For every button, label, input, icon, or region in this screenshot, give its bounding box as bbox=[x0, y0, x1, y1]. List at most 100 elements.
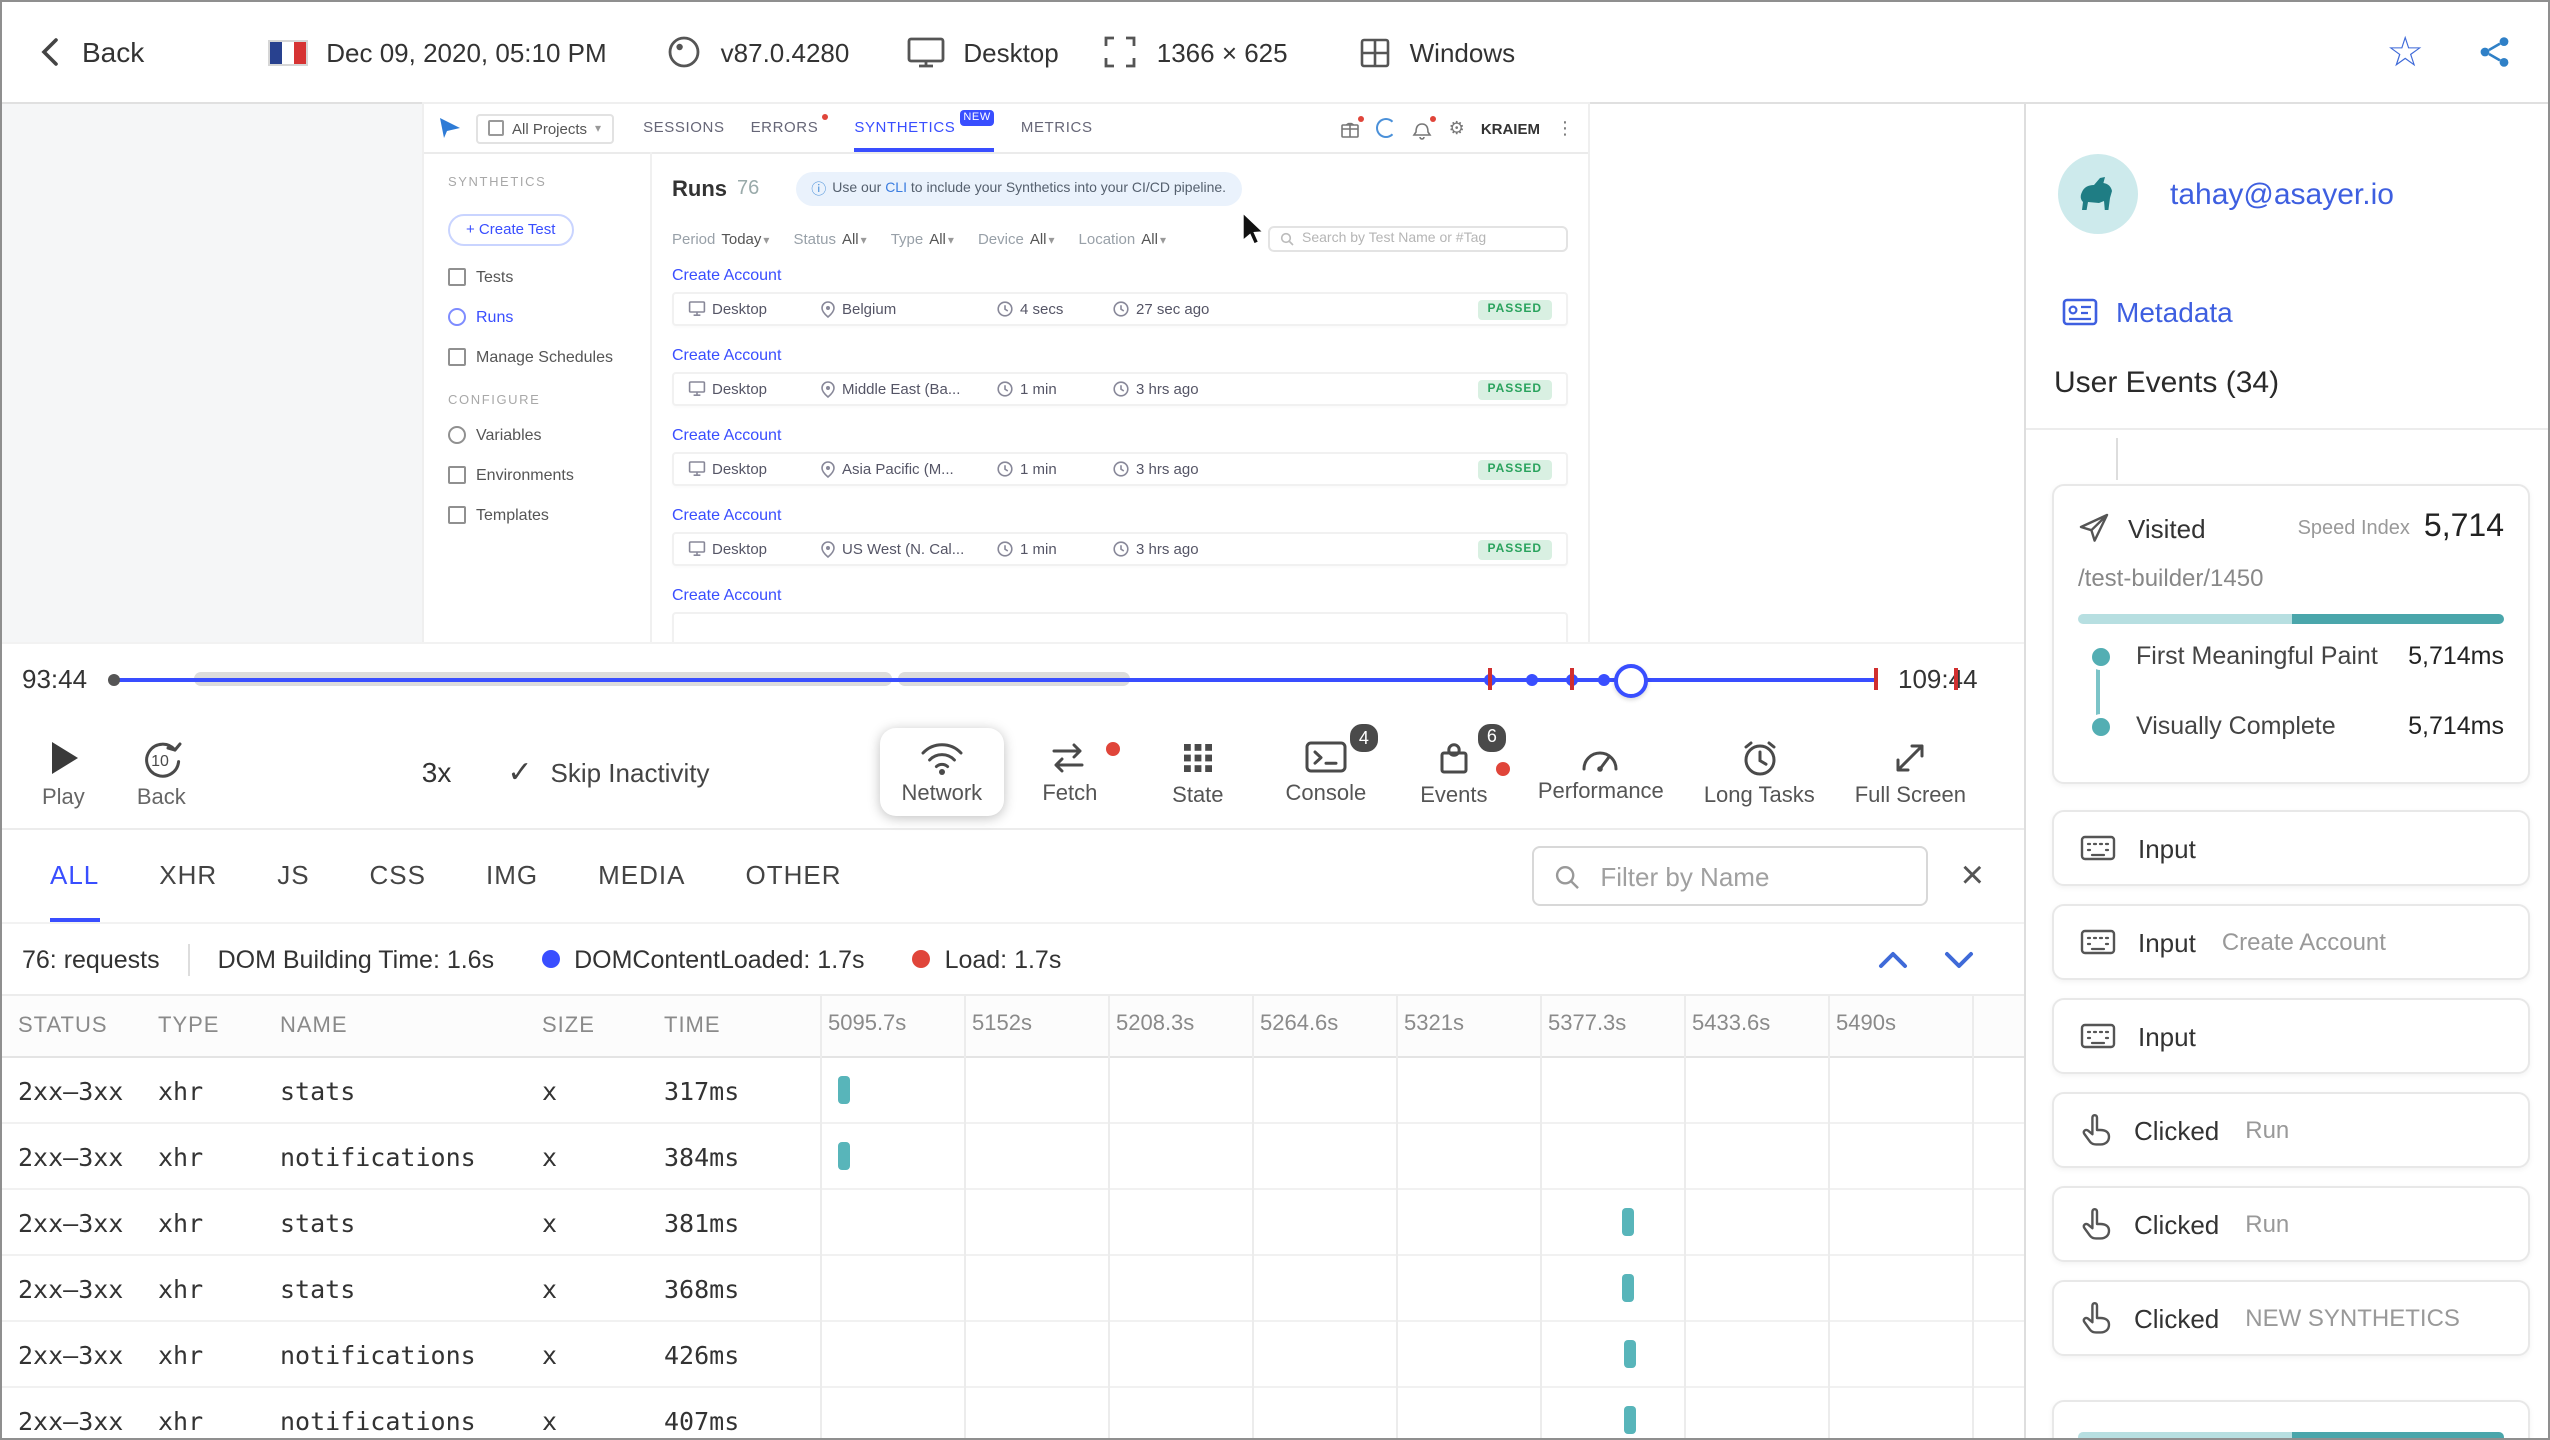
info-icon: ⓘ bbox=[811, 180, 827, 198]
kebab-menu-icon: ⋮ bbox=[1556, 117, 1574, 137]
favorite-star-icon[interactable]: ☆ bbox=[2386, 31, 2424, 73]
replayed-app-screenshot: All Projects ▾ SESSIONS ERRORS SYNTHETIC… bbox=[424, 104, 1588, 642]
network-tab-other[interactable]: OTHER bbox=[745, 830, 841, 922]
clicked-event-card[interactable]: Clicked Run bbox=[2052, 1186, 2530, 1262]
avatar bbox=[2058, 154, 2138, 234]
col-status[interactable]: STATUS bbox=[18, 1014, 158, 1038]
input-event-card[interactable]: Input bbox=[2052, 998, 2530, 1074]
check-icon: ✓ bbox=[507, 756, 533, 790]
network-tab-css[interactable]: CSS bbox=[370, 830, 426, 922]
share-icon[interactable] bbox=[2476, 34, 2512, 70]
gear-icon: ⚙ bbox=[1448, 117, 1465, 137]
sidebar-item-manage-schedules: Manage Schedules bbox=[448, 347, 626, 365]
replayed-tab-errors: ERRORS bbox=[751, 104, 829, 152]
panel-button-console[interactable]: 4 Console bbox=[1264, 720, 1388, 816]
environments-icon bbox=[448, 465, 466, 483]
speed-index-label: Speed Index bbox=[2297, 517, 2410, 539]
network-request-row[interactable]: 2xx–3xx xhr stats x 317ms bbox=[2, 1058, 2024, 1124]
state-icon bbox=[1183, 743, 1212, 771]
fetch-error-dot bbox=[1103, 739, 1122, 757]
network-tab-js[interactable]: JS bbox=[277, 830, 309, 922]
panel-button-performance[interactable]: Performance bbox=[1520, 730, 1682, 814]
visited-event-card[interactable]: Visited Speed Index 5,714 /test-builder/… bbox=[2052, 484, 2530, 784]
network-request-row[interactable]: 2xx–3xx xhr notifications x 426ms bbox=[2, 1322, 2024, 1388]
playback-speed-button[interactable]: 3x bbox=[422, 756, 452, 788]
time-tick: 5490s bbox=[1836, 1012, 1896, 1036]
timeline-start-dot bbox=[108, 673, 120, 685]
network-tab-xhr[interactable]: XHR bbox=[159, 830, 217, 922]
timeline-track[interactable] bbox=[114, 677, 1876, 681]
time-tick: 5152s bbox=[972, 1012, 1032, 1036]
network-tab-all[interactable]: ALL bbox=[50, 830, 100, 922]
panel-button-fetch[interactable]: Fetch bbox=[1008, 729, 1132, 815]
network-request-row[interactable]: 2xx–3xx xhr stats x 381ms bbox=[2, 1190, 2024, 1256]
panel-button-long-tasks[interactable]: Long Tasks bbox=[1686, 727, 1833, 817]
status-badge: PASSED bbox=[1477, 379, 1552, 399]
device-label: Desktop bbox=[963, 37, 1059, 67]
schedules-icon bbox=[448, 347, 466, 365]
sidebar-item-runs: Runs bbox=[448, 307, 626, 325]
filter-by-name-input[interactable] bbox=[1596, 859, 1907, 893]
back-button[interactable]: Back bbox=[38, 36, 144, 68]
clicked-event-card[interactable]: Clicked NEW SYNTHETICS bbox=[2052, 1280, 2530, 1356]
time-tick: 5095.7s bbox=[828, 1012, 907, 1036]
input-event-card[interactable]: Input Create Account bbox=[2052, 904, 2530, 980]
partial-visited-event-card[interactable] bbox=[2052, 1400, 2530, 1438]
top-bar: Back Dec 09, 2020, 05:10 PM v87.0.4280 D… bbox=[2, 2, 2548, 104]
network-tab-img[interactable]: IMG bbox=[486, 830, 538, 922]
close-panel-button[interactable]: × bbox=[1961, 856, 1984, 896]
error-marker bbox=[1874, 668, 1878, 690]
panel-button-state[interactable]: State bbox=[1136, 727, 1260, 817]
variables-icon bbox=[448, 425, 466, 443]
network-icon bbox=[921, 743, 963, 775]
panel-button-events[interactable]: 6 Events bbox=[1392, 719, 1516, 817]
panel-button-full-screen[interactable]: Full Screen bbox=[1837, 727, 1984, 817]
total-time-label: 109:44 bbox=[1898, 664, 1978, 694]
network-request-row[interactable]: 2xx–3xx xhr notifications x 407ms bbox=[2, 1388, 2024, 1438]
run-group-name: Create Account bbox=[672, 426, 782, 444]
network-request-row[interactable]: 2xx–3xx xhr notifications x 384ms bbox=[2, 1124, 2024, 1190]
event-connector-line bbox=[2116, 438, 2118, 480]
dom-building-time: DOM Building Time: 1.6s bbox=[217, 945, 495, 973]
chevron-down-icon: ▾ bbox=[595, 123, 602, 135]
table-header: STATUS TYPE NAME SIZE TIME 5095.7s 5152s… bbox=[2, 996, 2024, 1058]
jump-down-button[interactable] bbox=[1942, 947, 1976, 971]
session-player-window: Back Dec 09, 2020, 05:10 PM v87.0.4280 D… bbox=[0, 0, 2550, 1440]
metadata-button[interactable]: Metadata bbox=[2062, 296, 2233, 328]
skip-inactivity-toggle[interactable]: ✓ Skip Inactivity bbox=[507, 754, 709, 790]
col-time[interactable]: TIME bbox=[664, 1014, 820, 1038]
sidebar-item-variables: Variables bbox=[448, 425, 626, 443]
col-size[interactable]: SIZE bbox=[542, 1014, 664, 1038]
jump-up-button[interactable] bbox=[1876, 947, 1910, 971]
search-icon bbox=[1280, 232, 1294, 246]
browser-version-label: v87.0.4280 bbox=[720, 37, 850, 67]
cli-link: CLI bbox=[885, 182, 907, 196]
templates-icon bbox=[448, 505, 466, 523]
status-badge: PASSED bbox=[1477, 299, 1552, 319]
event-marker bbox=[1598, 673, 1610, 685]
runs-list: Create Account Desktop Belgium 4 secs 27… bbox=[672, 266, 1568, 642]
metric-row: Visually Complete 5,714ms bbox=[2078, 712, 2504, 740]
input-event-card[interactable]: Input bbox=[2052, 810, 2530, 886]
replayed-app-logo-icon bbox=[440, 118, 460, 138]
replay-cursor-icon bbox=[1242, 212, 1265, 245]
run-row: Desktop US West (N. Cal... 1 min 3 hrs a… bbox=[672, 532, 1568, 566]
network-request-row[interactable]: 2xx–3xx xhr stats x 368ms bbox=[2, 1256, 2024, 1322]
sidebar-item-templates: Templates bbox=[448, 505, 626, 523]
network-tab-media[interactable]: MEDIA bbox=[598, 830, 685, 922]
run-group-name: Create Account bbox=[672, 506, 782, 524]
navigate-icon bbox=[2079, 513, 2109, 542]
project-name: All Projects bbox=[512, 119, 588, 137]
col-name[interactable]: NAME bbox=[280, 1014, 542, 1038]
panel-button-network[interactable]: Network bbox=[879, 728, 1004, 816]
timeline-scrubber[interactable] bbox=[1614, 664, 1648, 698]
clicked-event-card[interactable]: Clicked Run bbox=[2052, 1092, 2530, 1168]
back-10s-button[interactable]: 10 Back bbox=[137, 735, 186, 809]
col-type[interactable]: TYPE bbox=[158, 1014, 280, 1038]
speed-index-value: 5,714 bbox=[2423, 510, 2504, 544]
status-badge: PASSED bbox=[1477, 539, 1552, 559]
play-button[interactable]: Play bbox=[42, 735, 85, 809]
replay-viewport[interactable]: All Projects ▾ SESSIONS ERRORS SYNTHETIC… bbox=[2, 104, 2024, 642]
location-icon bbox=[821, 301, 835, 318]
playback-timeline[interactable]: 93:44 109:44 bbox=[2, 642, 2024, 716]
